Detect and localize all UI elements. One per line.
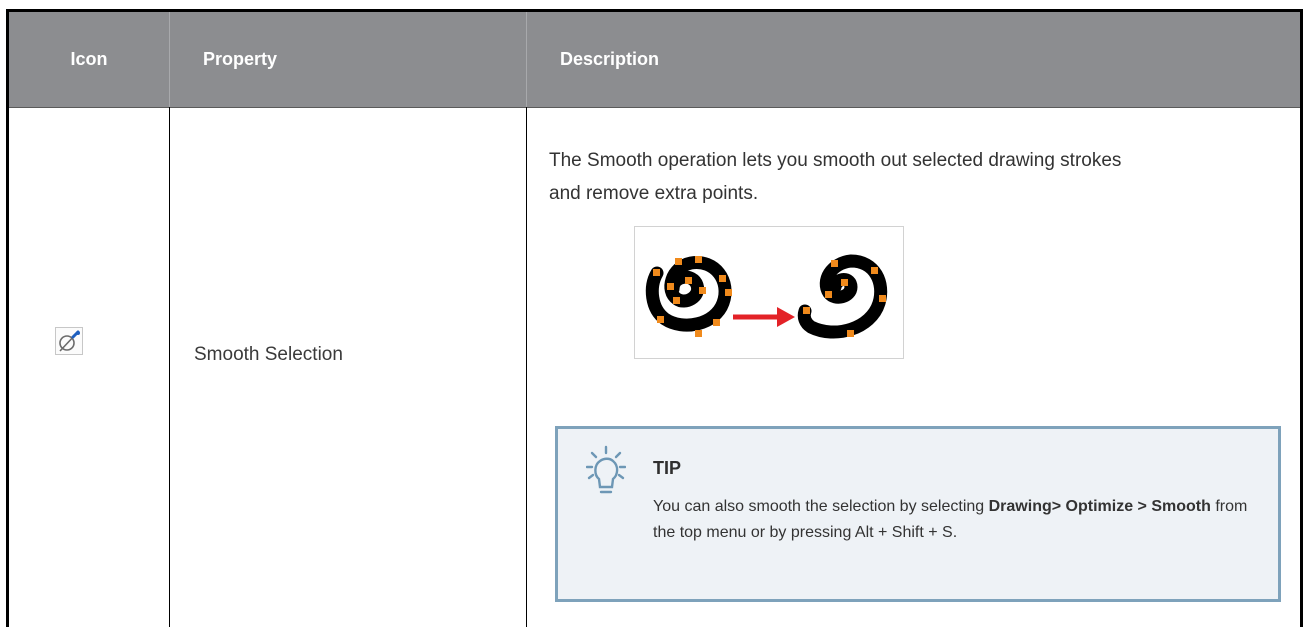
smooth-before-after-illustration xyxy=(634,226,904,359)
table-header: Icon Property Description xyxy=(9,12,1300,108)
header-description: Description xyxy=(526,12,1300,107)
tip-text: You can also smooth the selection by sel… xyxy=(653,498,1248,541)
header-property: Property xyxy=(169,12,526,107)
tip-box: TIP You can also smooth the selection by… xyxy=(555,426,1281,602)
column-divider xyxy=(169,107,170,627)
property-name: Smooth Selection xyxy=(194,344,343,365)
header-icon: Icon xyxy=(70,49,108,69)
description-text: The Smooth operation lets you smooth out… xyxy=(549,150,1122,204)
column-divider xyxy=(526,107,527,627)
lightbulb-icon xyxy=(585,445,627,499)
tip-title: TIP xyxy=(653,458,682,478)
smooth-selection-tool-icon xyxy=(55,327,83,355)
menu-path: Drawing> Optimize > Smooth xyxy=(988,498,1211,515)
